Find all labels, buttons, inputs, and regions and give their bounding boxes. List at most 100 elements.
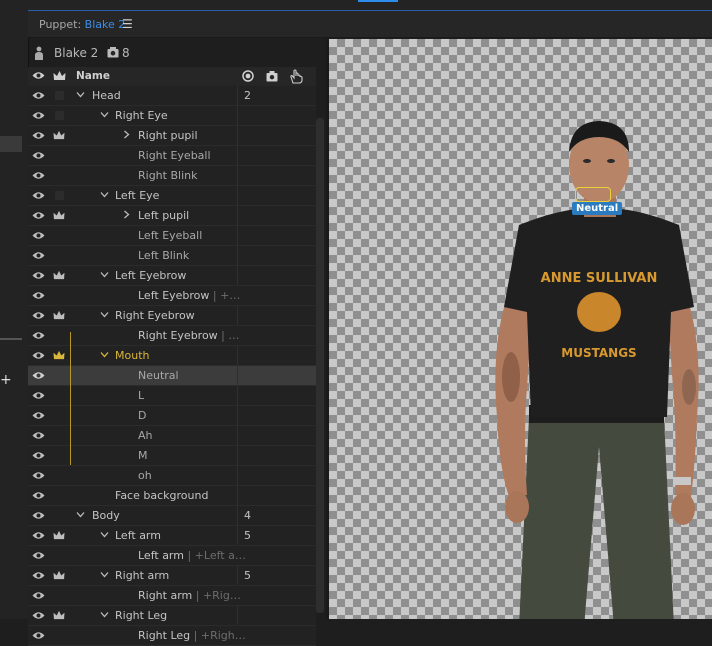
record-column-icon[interactable]: [242, 70, 254, 82]
crown-toggle-empty[interactable]: [55, 191, 64, 200]
visibility-eye-icon[interactable]: [32, 151, 45, 160]
visibility-eye-icon[interactable]: [32, 331, 45, 340]
visibility-eye-icon[interactable]: [32, 431, 45, 440]
visibility-eye-icon[interactable]: [32, 311, 45, 320]
visibility-eye-icon[interactable]: [32, 171, 45, 180]
tree-row-head[interactable]: Head 2: [28, 86, 316, 106]
tree-row-oh[interactable]: oh: [28, 466, 316, 486]
tree-row-count: 4: [244, 509, 251, 522]
column-separator: [237, 486, 238, 505]
tree-row-right-eyebrow-group[interactable]: Right Eyebrow: [28, 306, 316, 326]
visibility-eye-icon[interactable]: [32, 491, 45, 500]
puppet-name: Blake 2: [54, 46, 99, 60]
crown-icon[interactable]: [53, 130, 65, 141]
tree-row-d[interactable]: D: [28, 406, 316, 426]
tree-row-right-leg-group[interactable]: Right Leg: [28, 606, 316, 626]
crown-icon[interactable]: [53, 210, 65, 221]
chevron-right-icon[interactable]: [122, 210, 131, 219]
tree-row-mouth[interactable]: Mouth: [28, 346, 316, 366]
visibility-eye-icon[interactable]: [32, 231, 45, 240]
visibility-column-eye-icon[interactable]: [32, 71, 45, 80]
crown-column-icon[interactable]: [53, 70, 66, 82]
chevron-down-icon[interactable]: [76, 510, 85, 519]
column-separator: [237, 126, 238, 145]
crown-icon[interactable]: [53, 610, 65, 621]
chevron-down-icon[interactable]: [100, 270, 109, 279]
puppet-canvas[interactable]: ANNE SULLIVAN MUSTANGS Neutral: [329, 39, 712, 619]
visibility-eye-icon[interactable]: [32, 351, 45, 360]
tree-row-right-arm-group[interactable]: Right arm 5: [28, 566, 316, 586]
visibility-eye-icon[interactable]: [32, 511, 45, 520]
visibility-eye-icon[interactable]: [32, 371, 45, 380]
tree-row-label: Right Blink: [138, 169, 198, 182]
column-separator: [237, 306, 238, 325]
hand-column-icon[interactable]: [289, 69, 303, 84]
tree-row-neutral[interactable]: Neutral: [28, 366, 316, 386]
visibility-eye-icon[interactable]: [32, 191, 45, 200]
visibility-eye-icon[interactable]: [32, 631, 45, 640]
crown-toggle-empty[interactable]: [55, 91, 64, 100]
crown-icon[interactable]: [53, 270, 65, 281]
visibility-eye-icon[interactable]: [32, 131, 45, 140]
visibility-eye-icon[interactable]: [32, 391, 45, 400]
visibility-eye-icon[interactable]: [32, 111, 45, 120]
tree-row-right-eyeball[interactable]: Right Eyeball: [28, 146, 316, 166]
visibility-eye-icon[interactable]: [32, 411, 45, 420]
tree-row-right-leg-layer[interactable]: Right Leg | +Righ…: [28, 626, 316, 646]
chevron-down-icon[interactable]: [76, 90, 85, 99]
visibility-eye-icon[interactable]: [32, 591, 45, 600]
crown-icon-active[interactable]: [53, 350, 65, 361]
tree-row-left-pupil[interactable]: Left pupil: [28, 206, 316, 226]
tree-row-right-blink[interactable]: Right Blink: [28, 166, 316, 186]
tree-row-left-arm-layer[interactable]: Left arm | +Left a…: [28, 546, 316, 566]
chevron-down-icon[interactable]: [100, 530, 109, 539]
tree-row-label: Right Leg: [115, 609, 168, 622]
hamburger-menu-icon[interactable]: ☰: [122, 17, 133, 31]
panel-puppet-name[interactable]: Blake 2: [85, 18, 126, 31]
crown-toggle-empty[interactable]: [55, 111, 64, 120]
mouth-handle-outline[interactable]: [575, 187, 611, 202]
visibility-eye-icon[interactable]: [32, 251, 45, 260]
chevron-down-icon[interactable]: [100, 310, 109, 319]
visibility-eye-icon[interactable]: [32, 571, 45, 580]
add-icon[interactable]: +: [0, 372, 12, 388]
chevron-down-icon[interactable]: [100, 190, 109, 199]
tree-row-l[interactable]: L: [28, 386, 316, 406]
tree-row-left-eye[interactable]: Left Eye: [28, 186, 316, 206]
tree-row-face-background[interactable]: Face background: [28, 486, 316, 506]
visibility-eye-icon[interactable]: [32, 91, 45, 100]
tree-scrollbar[interactable]: [316, 118, 324, 613]
chevron-down-icon[interactable]: [100, 110, 109, 119]
chevron-down-icon[interactable]: [100, 570, 109, 579]
tree-row-left-eyeball[interactable]: Left Eyeball: [28, 226, 316, 246]
visibility-eye-icon[interactable]: [32, 451, 45, 460]
tree-row-right-pupil[interactable]: Right pupil: [28, 126, 316, 146]
tree-row-ah[interactable]: Ah: [28, 426, 316, 446]
crown-icon[interactable]: [53, 310, 65, 321]
tree-row-left-blink[interactable]: Left Blink: [28, 246, 316, 266]
tree-row-count: 5: [244, 529, 251, 542]
visibility-eye-icon[interactable]: [32, 551, 45, 560]
tree-row-label: L: [138, 389, 145, 402]
tree-row-body[interactable]: Body 4: [28, 506, 316, 526]
visibility-eye-icon[interactable]: [32, 271, 45, 280]
tree-row-right-eye[interactable]: Right Eye: [28, 106, 316, 126]
tree-row-label: Head: [92, 89, 121, 102]
name-column-header[interactable]: Name: [76, 70, 110, 82]
crown-icon[interactable]: [53, 570, 65, 581]
visibility-eye-icon[interactable]: [32, 531, 45, 540]
tree-row-left-arm-group[interactable]: Left arm 5: [28, 526, 316, 546]
tree-row-m[interactable]: M: [28, 446, 316, 466]
visibility-eye-icon[interactable]: [32, 211, 45, 220]
visibility-eye-icon[interactable]: [32, 291, 45, 300]
tree-row-left-eyebrow-group[interactable]: Left Eyebrow: [28, 266, 316, 286]
crown-icon[interactable]: [53, 530, 65, 541]
tree-row-right-eyebrow-layer[interactable]: Right Eyebrow | …: [28, 326, 316, 346]
chevron-down-icon[interactable]: [100, 350, 109, 359]
tree-row-left-eyebrow-layer[interactable]: Left Eyebrow | +…: [28, 286, 316, 306]
chevron-down-icon[interactable]: [100, 610, 109, 619]
chevron-right-icon[interactable]: [122, 130, 131, 139]
visibility-eye-icon[interactable]: [32, 471, 45, 480]
camera-column-icon[interactable]: [266, 70, 278, 82]
tree-row-right-arm-layer[interactable]: Right arm | +Rig…: [28, 586, 316, 606]
